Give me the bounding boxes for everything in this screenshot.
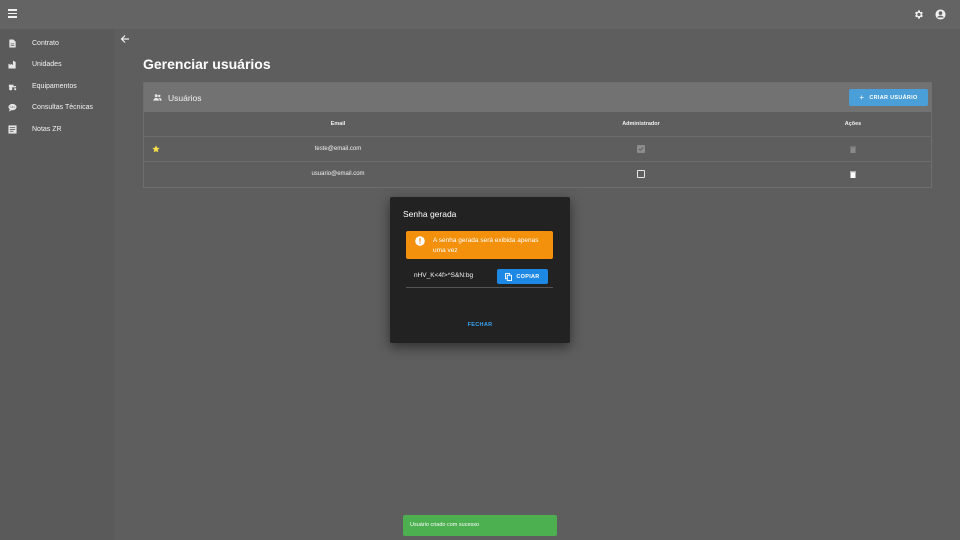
sidebar-item-contrato[interactable]: Contrato [0,33,115,53]
table-row: usuario@email.com [144,161,931,186]
close-button[interactable]: FECHAR [460,319,500,331]
sidebar-item-label: Equipamentos [32,82,77,90]
copy-button[interactable]: COPIAR [497,269,548,284]
users-card-header: Usuários + CRIAR USUÁRIO [144,83,931,112]
users-card: Usuários + CRIAR USUÁRIO Email Administr… [143,82,932,188]
column-header-acoes: Ações [844,121,862,127]
sidebar: Contrato Unidades Equipamentos Consultas… [0,29,115,540]
success-snackbar: Usuário criado com sucesso [403,515,557,536]
admin-checkbox[interactable] [637,145,645,153]
password-value[interactable]: nHV_K<4f>^S&N:bg [414,272,473,279]
users-card-title: Usuários [168,93,202,103]
admin-checkbox[interactable] [637,170,645,178]
document-icon [9,38,16,48]
password-field[interactable]: nHV_K<4f>^S&N:bg COPIAR [406,265,553,288]
gear-icon[interactable] [913,9,924,20]
sidebar-item-label: Unidades [32,60,62,68]
dialog-title: Senha gerada [403,209,457,219]
warning-text: A senha gerada será exibida apenas uma v… [433,237,539,254]
sidebar-item-label: Notas ZR [32,125,62,133]
sidebar-item-label: Consultas Técnicas [32,103,93,111]
plus-icon: + [859,93,865,102]
create-user-button-label: CRIAR USUÁRIO [869,94,918,101]
account-icon[interactable] [935,9,946,20]
users-icon [153,94,162,101]
back-arrow-icon[interactable] [120,34,130,44]
sidebar-item-equipamentos[interactable]: Equipamentos [0,76,115,96]
chat-icon [8,103,17,112]
page-title: Gerenciar usuários [143,56,271,72]
warning-alert: A senha gerada será exibida apenas uma v… [406,231,553,259]
snackbar-message: Usuário criado com sucesso [410,522,480,528]
copy-icon [505,272,513,281]
star-icon [152,145,160,153]
tractor-icon [8,84,17,90]
copy-button-label: COPIAR [516,273,540,280]
create-user-button[interactable]: + CRIAR USUÁRIO [849,89,928,106]
column-header-email: Email [330,121,346,127]
column-header-administrador: Administrador [622,121,660,127]
menu-icon[interactable] [8,9,18,20]
user-email: usuario@email.com [311,171,365,177]
sidebar-item-unidades[interactable]: Unidades [0,54,115,74]
user-email: teste@email.com [314,146,362,152]
factory-icon [8,60,16,69]
sidebar-item-consultas-tecnicas[interactable]: Consultas Técnicas [0,97,115,117]
delete-icon[interactable] [850,146,856,153]
notes-icon [8,124,17,134]
sidebar-item-label: Contrato [32,39,59,47]
sidebar-item-notas-zr[interactable]: Notas ZR [0,119,115,139]
generated-password-dialog: Senha gerada A senha gerada será exibida… [390,197,570,343]
table-row: teste@email.com [144,136,931,161]
delete-icon[interactable] [850,171,856,178]
alert-icon [415,236,425,246]
top-app-bar [0,0,960,29]
